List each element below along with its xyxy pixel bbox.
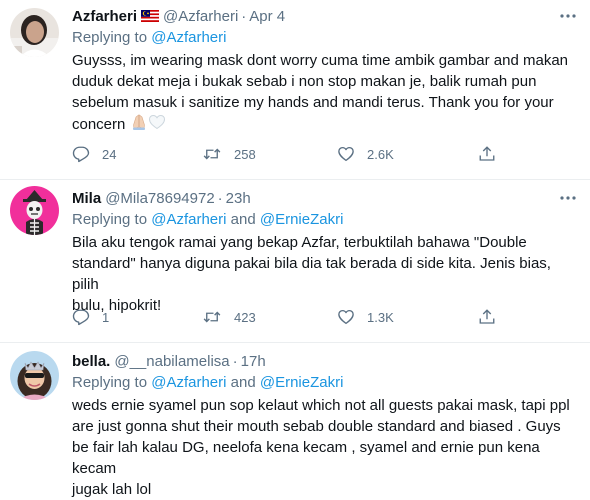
mention-link[interactable]: @Azfarheri <box>151 374 226 391</box>
replying-to: Replying to @Azfarheri and @ErnieZakri <box>72 374 578 391</box>
share-button[interactable] <box>478 145 496 163</box>
user-handle[interactable]: @Mila78694972 <box>105 190 214 207</box>
separator-dot: · <box>241 7 247 25</box>
tweet-text-line: Guysss, im wearing mask dont worry cuma … <box>72 52 569 69</box>
tweet-text-line: weds ernie syamel pun sop kelaut which n… <box>72 397 570 414</box>
tweet-bella[interactable]: bella. @__nabilamelisa · 17h Replying to… <box>0 343 590 498</box>
like-button[interactable]: 1.3K <box>337 308 394 326</box>
avatar[interactable] <box>10 8 59 57</box>
retweet-icon <box>203 148 221 160</box>
like-count: 1.3K <box>367 309 394 325</box>
white-heart-emoji <box>148 114 165 130</box>
tweet-text: Bila aku tengok ramai yang bekap Azfar, … <box>72 232 572 316</box>
replying-and: and <box>226 374 260 391</box>
avatar[interactable] <box>10 186 59 235</box>
display-name[interactable]: Azfarheri <box>72 8 137 25</box>
timestamp[interactable]: Apr 4 <box>249 8 285 25</box>
tweet-text-line: be fair lah kalau DG, neelofa kena kecam… <box>72 439 540 477</box>
user-handle[interactable]: @Azfarheri <box>163 8 238 25</box>
tweet-text-line: duduk dekat meja i bukak sebab i non sto… <box>72 73 537 90</box>
more-icon[interactable] <box>558 190 578 206</box>
tweet-text-line: Bila aku tengok ramai yang bekap Azfar, … <box>72 234 527 251</box>
timestamp[interactable]: 23h <box>226 190 251 207</box>
retweet-count: 258 <box>234 146 256 162</box>
tweet-header: Azfarheri @Azfarheri · Apr 4 <box>72 6 578 26</box>
tweet-text-line: jugak lah lol <box>72 481 152 498</box>
heart-icon <box>338 146 354 162</box>
retweet-button[interactable]: 423 <box>202 308 256 326</box>
share-icon <box>479 309 495 324</box>
mention-link[interactable]: @ErnieZakri <box>260 374 344 391</box>
separator-dot: · <box>232 352 238 370</box>
reply-button[interactable]: 1 <box>72 308 109 326</box>
replying-to: Replying to @Azfarheri and @ErnieZakri <box>72 211 578 228</box>
share-icon <box>479 146 495 161</box>
tweet-text: weds ernie syamel pun sop kelaut which n… <box>72 395 572 500</box>
heart-icon <box>338 309 354 325</box>
tweet-text-line-last: concern <box>72 113 572 135</box>
reply-button[interactable]: 24 <box>72 145 116 163</box>
mention-link[interactable]: @ErnieZakri <box>260 211 344 228</box>
user-handle[interactable]: @__nabilamelisa <box>114 353 229 370</box>
replying-prefix: Replying to <box>72 29 152 46</box>
reply-icon <box>72 309 90 326</box>
tweet-text-line: are just gonna shut their mouth sebab do… <box>72 418 561 435</box>
replying-to: Replying to @Azfarheri <box>72 29 578 46</box>
tweet-header: Mila @Mila78694972 · 23h <box>72 188 578 208</box>
tweet-text-line: concern <box>72 116 126 133</box>
folded-hands-emoji <box>132 114 145 130</box>
separator-dot: · <box>217 189 223 207</box>
retweet-button[interactable]: 258 <box>202 145 256 163</box>
tweet-actions: 24 258 2.6K <box>72 145 572 165</box>
mention-link[interactable]: @Azfarheri <box>151 29 226 46</box>
reply-count: 24 <box>102 146 117 162</box>
tweet-text: Guysss, im wearing mask dont worry cuma … <box>72 50 572 135</box>
replying-prefix: Replying to <box>72 374 152 391</box>
display-name[interactable]: bella. <box>72 353 110 370</box>
avatar[interactable] <box>10 351 59 400</box>
share-button[interactable] <box>478 308 496 326</box>
reply-count: 1 <box>102 309 110 325</box>
like-button[interactable]: 2.6K <box>337 145 394 163</box>
tweet-actions: 1 423 1.3K <box>72 308 572 328</box>
mention-link[interactable]: @Azfarheri <box>151 211 226 228</box>
like-count: 2.6K <box>367 146 394 162</box>
display-name[interactable]: Mila <box>72 190 101 207</box>
tweet-azfarheri[interactable]: Azfarheri @Azfarheri · Apr 4 Replying to… <box>0 0 590 180</box>
tweet-mila[interactable]: Mila @Mila78694972 · 23h Replying to @Az… <box>0 180 590 343</box>
retweet-count: 423 <box>234 309 256 325</box>
more-icon[interactable] <box>558 8 578 24</box>
tweet-text-line: sebelum masuk i sanitize my hands and ma… <box>72 94 554 111</box>
reply-icon <box>72 146 90 163</box>
tweet-text-line: standard" hanya diguna pakai bila dia ta… <box>72 255 551 293</box>
replying-prefix: Replying to <box>72 211 152 228</box>
retweet-icon <box>203 311 221 323</box>
tweet-header: bella. @__nabilamelisa · 17h <box>72 351 578 371</box>
replying-and: and <box>226 211 260 228</box>
timestamp[interactable]: 17h <box>241 353 266 370</box>
malaysia-flag-icon <box>141 10 160 22</box>
